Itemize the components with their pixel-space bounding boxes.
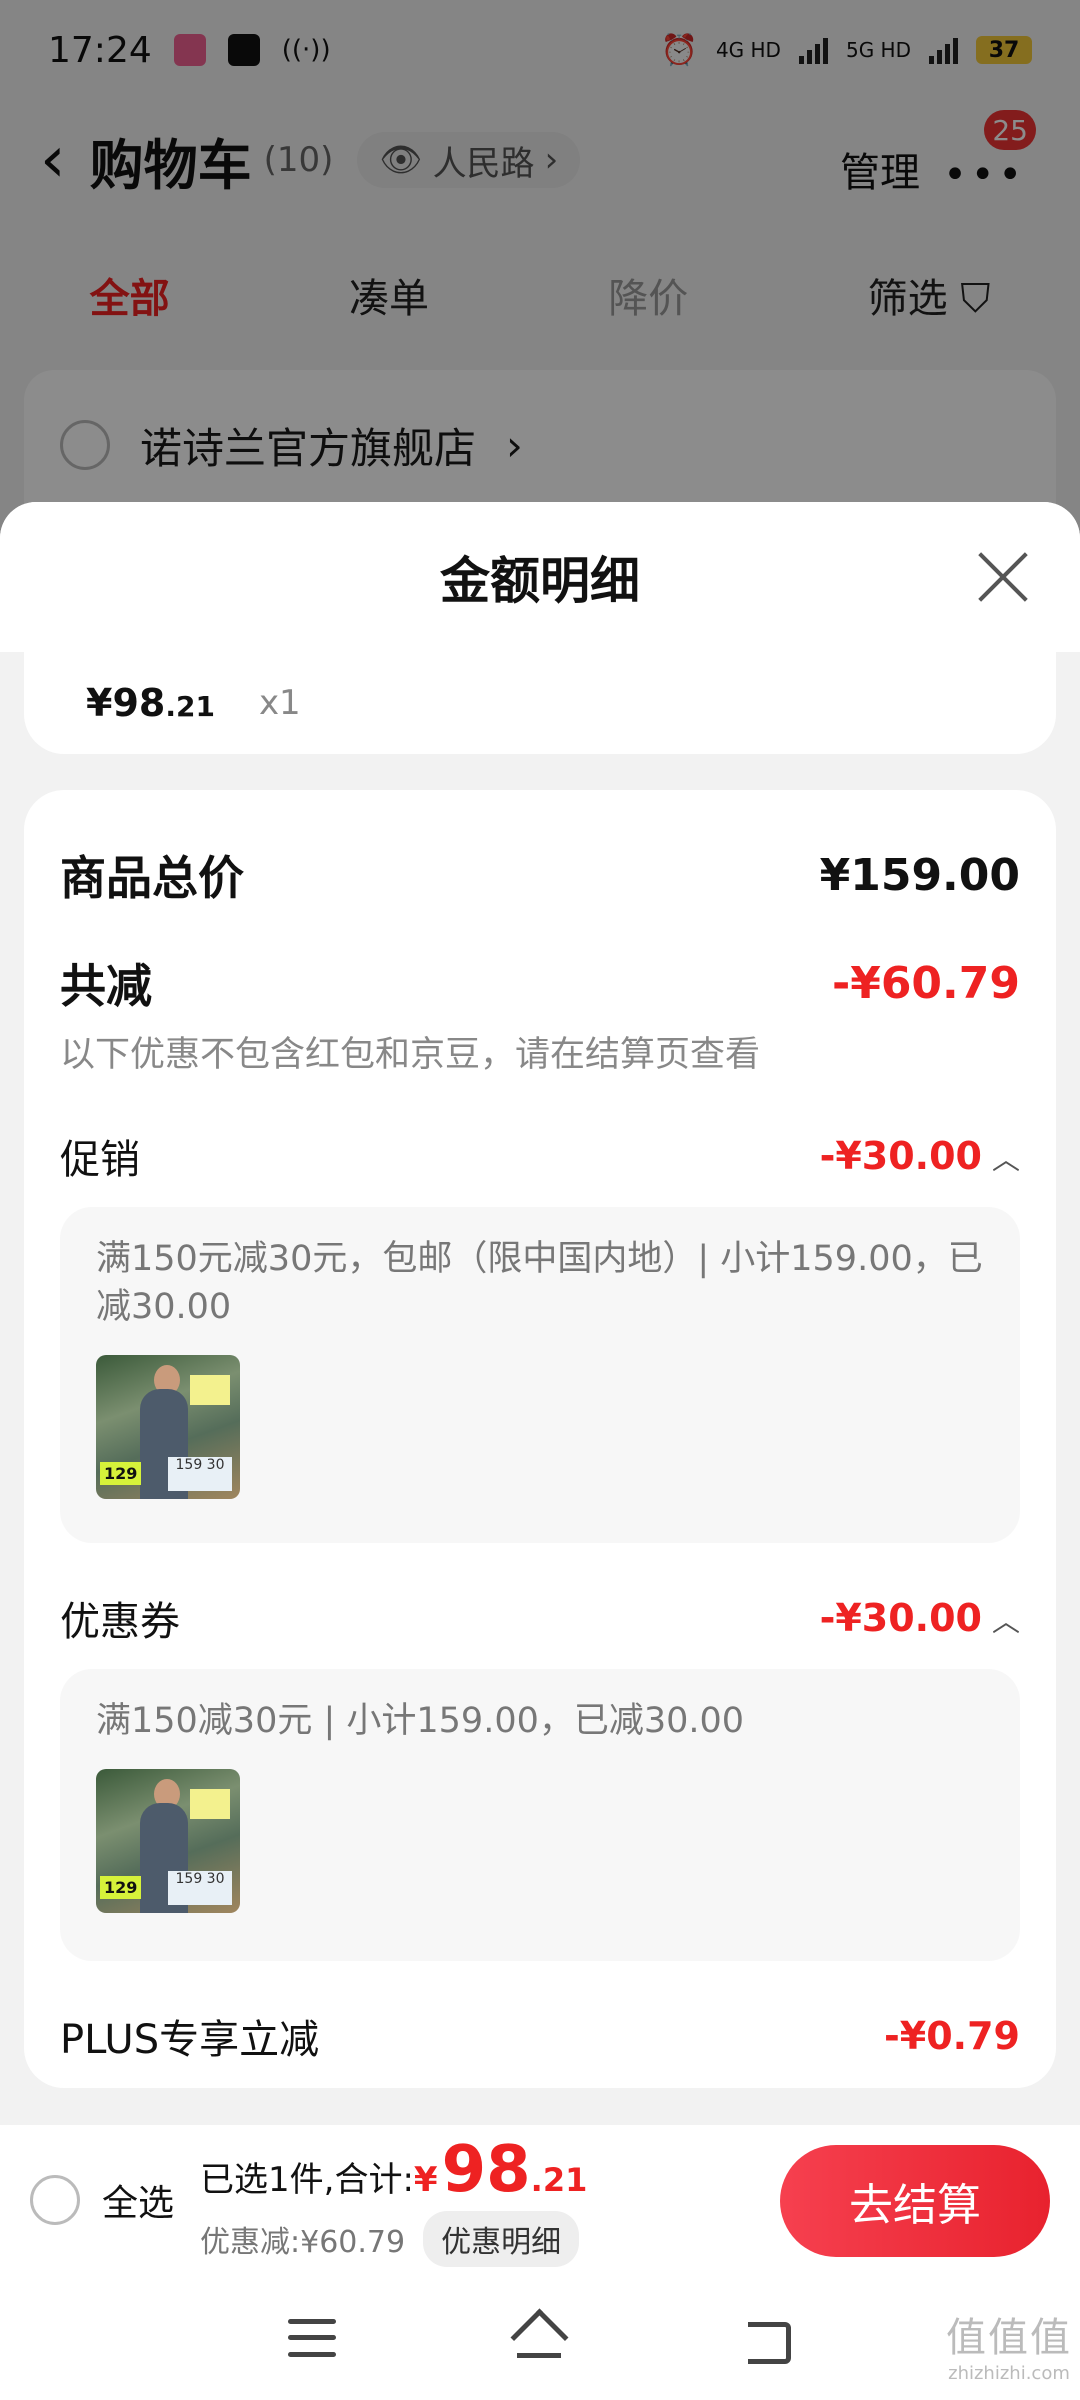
reduce-label: 共减 — [60, 959, 152, 1013]
system-nav-bar — [0, 2275, 1080, 2400]
promo-detail-box: 满150元减30元，包邮（限中国内地）| 小计159.00，已减30.00 12… — [60, 1207, 1020, 1543]
sheet-header: 金额明细 — [0, 502, 1080, 652]
selected-label: 已选1件,合计: — [200, 2160, 414, 2200]
discount-detail-button[interactable]: 优惠明细 — [423, 2211, 580, 2267]
total-row: 商品总价 ¥159.00 — [60, 842, 1020, 908]
item-price-main: ¥98 — [86, 681, 166, 725]
back-nav-icon[interactable] — [742, 2316, 792, 2364]
coupon-detail-box: 满150减30元 | 小计159.00，已减30.00 129 159 30 — [60, 1669, 1020, 1961]
promo-text: 满150元减30元，包邮（限中国内地）| 小计159.00，已减30.00 — [96, 1239, 983, 1327]
plus-label: PLUS专享立减 — [60, 2017, 320, 2063]
amount-detail-sheet: 金额明细 ¥98.21 x1 商品总价 ¥159.00 共减 -¥60.79 以… — [0, 502, 1080, 2125]
reduce-value: -¥60.79 — [831, 957, 1020, 1009]
plus-row: PLUS专享立减 -¥0.79 — [60, 2007, 1020, 2065]
discount-text: 优惠减:¥60.79 — [200, 2225, 406, 2260]
thumb-tag — [190, 1789, 230, 1819]
thumb-values: 159 30 — [168, 1457, 232, 1491]
close-icon[interactable] — [976, 550, 1030, 604]
coupon-text: 满150减30元 | 小计159.00，已减30.00 — [96, 1701, 745, 1741]
summary-currency: ¥ — [413, 2160, 438, 2200]
watermark-url: zhizhizhi.com — [948, 2363, 1070, 2384]
summary-price-main: 98 — [441, 2133, 531, 2207]
home-icon[interactable] — [511, 2313, 567, 2363]
product-thumbnail[interactable]: 129 159 30 — [96, 1355, 240, 1499]
coupon-value: -¥30.00 — [819, 1596, 982, 1640]
thumb-price: 129 — [100, 1876, 142, 1899]
promo-row[interactable]: 促销 -¥30.00 ︿ — [60, 1127, 1020, 1185]
thumb-values: 159 30 — [168, 1871, 232, 1905]
total-label: 商品总价 — [60, 851, 244, 905]
checkout-button[interactable]: 去结算 — [780, 2145, 1050, 2257]
select-all-label: 全选 — [102, 2183, 175, 2224]
price-breakdown-card: 商品总价 ¥159.00 共减 -¥60.79 以下优惠不包含红包和京豆，请在结… — [24, 790, 1056, 2088]
product-thumbnail[interactable]: 129 159 30 — [96, 1769, 240, 1913]
summary-price-decimal: .21 — [530, 2161, 588, 2199]
coupon-label: 优惠券 — [60, 1599, 180, 1645]
sheet-title: 金额明细 — [440, 552, 640, 610]
select-all[interactable]: 全选 — [30, 2174, 174, 2226]
order-summary: 已选1件,合计: ¥ 98 .21 优惠减:¥60.79 优惠明细 — [200, 2133, 587, 2267]
total-value: ¥159.00 — [819, 849, 1020, 901]
watermark-logo: 值值值 — [946, 2315, 1072, 2361]
checkout-bar: 全选 已选1件,合计: ¥ 98 .21 优惠减:¥60.79 优惠明细 去结算 — [0, 2125, 1080, 2275]
item-quantity: x1 — [258, 683, 301, 723]
reduce-row: 共减 -¥60.79 — [60, 950, 1020, 1016]
chevron-up-icon[interactable]: ︿ — [992, 1138, 1020, 1178]
coupon-row[interactable]: 优惠券 -¥30.00 ︿ — [60, 1589, 1020, 1647]
promo-label: 促销 — [60, 1137, 140, 1183]
select-all-checkbox[interactable] — [30, 2175, 80, 2225]
summary-line: 已选1件,合计: ¥ 98 .21 — [200, 2133, 587, 2207]
reduce-note: 以下优惠不包含红包和京豆，请在结算页查看 — [60, 1035, 761, 1075]
discount-line: 优惠减:¥60.79 优惠明细 — [200, 2211, 587, 2267]
promo-value: -¥30.00 — [819, 1134, 982, 1178]
item-price-card: ¥98.21 x1 — [24, 652, 1056, 754]
plus-value: -¥0.79 — [884, 2014, 1020, 2058]
chevron-up-icon[interactable]: ︿ — [992, 1600, 1020, 1640]
thumb-price: 129 — [100, 1462, 142, 1485]
item-price-decimal: .21 — [165, 690, 215, 723]
item-price: ¥98.21 — [86, 681, 215, 725]
menu-icon[interactable] — [287, 2318, 336, 2357]
watermark: 值值值 zhizhizhi.com — [946, 2305, 1072, 2384]
thumb-tag — [190, 1375, 230, 1405]
